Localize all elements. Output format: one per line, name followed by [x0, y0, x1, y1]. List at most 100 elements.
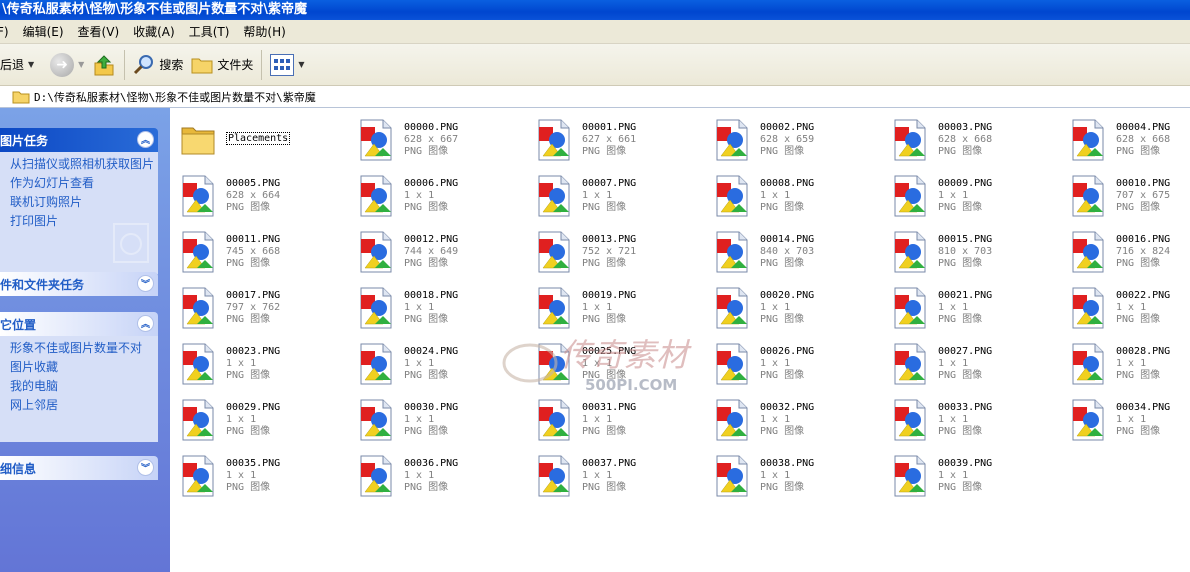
file-tile[interactable]: 00019.PNG 1 x 1 PNG 图像 — [526, 280, 702, 332]
forward-button[interactable]: ➜ ▼ — [46, 49, 88, 81]
parent-folder-link[interactable]: 形象不佳或图片数量不对 — [10, 342, 156, 355]
folders-button[interactable]: 文件夹 — [187, 49, 257, 81]
file-tile[interactable]: 00020.PNG 1 x 1 PNG 图像 — [704, 280, 880, 332]
file-tasks-header[interactable]: 件和文件夹任务 ︾ — [0, 272, 158, 296]
file-tile[interactable]: 00022.PNG 1 x 1 PNG 图像 — [1060, 280, 1190, 332]
file-name: 00020.PNG — [760, 290, 815, 301]
menu-view[interactable]: 查看(V) — [71, 23, 127, 40]
search-button[interactable]: 搜索 — [129, 49, 187, 81]
menu-help[interactable]: 帮助(H) — [236, 23, 292, 40]
file-name: 00012.PNG — [404, 234, 459, 245]
file-tile[interactable]: 00025.PNG 1 x 1 PNG 图像 — [526, 336, 702, 388]
file-name: 00013.PNG — [582, 234, 637, 245]
menu-file[interactable]: F) — [0, 25, 16, 39]
file-tile[interactable]: 00005.PNG 628 x 664 PNG 图像 — [170, 168, 346, 220]
file-tile[interactable]: 00034.PNG 1 x 1 PNG 图像 — [1060, 392, 1190, 444]
back-dropdown-icon[interactable]: ▼ — [28, 60, 34, 69]
file-tile[interactable]: 00008.PNG 1 x 1 PNG 图像 — [704, 168, 880, 220]
file-dimensions: 1 x 1 — [938, 470, 969, 481]
other-places-header[interactable]: 它位置 ︽ — [0, 312, 158, 336]
file-tile[interactable]: 00009.PNG 1 x 1 PNG 图像 — [882, 168, 1058, 220]
picture-tasks-watermark-icon — [113, 223, 149, 263]
details-header[interactable]: 细信息 ︾ — [0, 456, 158, 480]
file-name: 00009.PNG — [938, 178, 993, 189]
png-file-icon — [716, 287, 748, 329]
file-tile[interactable]: 00023.PNG 1 x 1 PNG 图像 — [170, 336, 346, 388]
file-type: PNG 图像 — [760, 146, 805, 157]
menu-bar: F) 编辑(E) 查看(V) 收藏(A) 工具(T) 帮助(H) — [0, 20, 1190, 44]
file-tile[interactable]: 00014.PNG 840 x 703 PNG 图像 — [704, 224, 880, 276]
folder-tile[interactable]: Placements — [170, 112, 346, 164]
file-tile[interactable]: 00010.PNG 707 x 675 PNG 图像 — [1060, 168, 1190, 220]
file-tile[interactable]: 00029.PNG 1 x 1 PNG 图像 — [170, 392, 346, 444]
file-tile[interactable]: 00038.PNG 1 x 1 PNG 图像 — [704, 448, 880, 500]
file-dimensions: 1 x 1 — [938, 190, 969, 201]
menu-edit[interactable]: 编辑(E) — [16, 23, 71, 40]
collapse-chevron-icon[interactable]: ︽ — [137, 131, 154, 148]
network-places-link[interactable]: 网上邻居 — [10, 399, 156, 412]
my-computer-link[interactable]: 我的电脑 — [10, 380, 156, 393]
get-pictures-link[interactable]: 从扫描仪或照相机获取图片 — [10, 158, 156, 171]
png-file-icon — [538, 175, 570, 217]
file-dimensions: 1 x 1 — [404, 302, 435, 313]
file-tile[interactable]: 00004.PNG 628 x 668 PNG 图像 — [1060, 112, 1190, 164]
details-title: 细信息 — [0, 461, 37, 476]
file-tile[interactable]: 00027.PNG 1 x 1 PNG 图像 — [882, 336, 1058, 388]
expand-chevron-icon[interactable]: ︾ — [137, 275, 154, 292]
png-file-icon — [1072, 343, 1104, 385]
up-folder-button[interactable] — [88, 49, 120, 81]
file-tile[interactable]: 00016.PNG 716 x 824 PNG 图像 — [1060, 224, 1190, 276]
file-type: PNG 图像 — [1116, 314, 1161, 325]
views-dropdown-icon[interactable]: ▼ — [298, 60, 304, 69]
collapse-chevron-icon[interactable]: ︽ — [137, 315, 154, 332]
file-tile[interactable]: 00035.PNG 1 x 1 PNG 图像 — [170, 448, 346, 500]
file-tile[interactable]: 00037.PNG 1 x 1 PNG 图像 — [526, 448, 702, 500]
file-tile[interactable]: 00030.PNG 1 x 1 PNG 图像 — [348, 392, 524, 444]
file-tile[interactable]: 00003.PNG 628 x 668 PNG 图像 — [882, 112, 1058, 164]
title-bar[interactable]: \传奇私服素材\怪物\形象不佳或图片数量不对\紫帝魔 — [0, 0, 1190, 20]
file-tile[interactable]: 00017.PNG 797 x 762 PNG 图像 — [170, 280, 346, 332]
views-button[interactable]: ▼ — [266, 49, 308, 81]
file-tile[interactable]: 00002.PNG 628 x 659 PNG 图像 — [704, 112, 880, 164]
file-tile[interactable]: 00018.PNG 1 x 1 PNG 图像 — [348, 280, 524, 332]
png-file-icon — [894, 343, 926, 385]
picture-tasks-header[interactable]: 图片任务 ︽ — [0, 128, 158, 152]
forward-dropdown-icon[interactable]: ▼ — [78, 60, 84, 69]
file-tile[interactable]: 00012.PNG 744 x 649 PNG 图像 — [348, 224, 524, 276]
expand-chevron-icon[interactable]: ︾ — [137, 459, 154, 476]
address-bar[interactable]: D:\传奇私服素材\怪物\形象不佳或图片数量不对\紫帝魔 — [0, 86, 1190, 108]
file-tile[interactable]: 00031.PNG 1 x 1 PNG 图像 — [526, 392, 702, 444]
back-button[interactable]: 后退 ▼ — [0, 49, 38, 81]
file-tile[interactable]: 00039.PNG 1 x 1 PNG 图像 — [882, 448, 1058, 500]
file-tile[interactable]: 00015.PNG 810 x 703 PNG 图像 — [882, 224, 1058, 276]
file-tile[interactable]: 00013.PNG 752 x 721 PNG 图像 — [526, 224, 702, 276]
order-prints-link[interactable]: 联机订购照片 — [10, 196, 156, 209]
file-tile[interactable]: 00026.PNG 1 x 1 PNG 图像 — [704, 336, 880, 388]
file-tile[interactable]: 00006.PNG 1 x 1 PNG 图像 — [348, 168, 524, 220]
file-tile[interactable]: 00024.PNG 1 x 1 PNG 图像 — [348, 336, 524, 388]
file-name: 00039.PNG — [938, 458, 993, 469]
file-dimensions: 716 x 824 — [1116, 246, 1171, 257]
file-tile[interactable]: 00011.PNG 745 x 668 PNG 图像 — [170, 224, 346, 276]
file-name: 00006.PNG — [404, 178, 459, 189]
file-list[interactable]: Placements 00000.PNG 628 x 667 PNG 图像 00001… — [170, 108, 1190, 572]
file-dimensions: 1 x 1 — [938, 414, 969, 425]
menu-favorites[interactable]: 收藏(A) — [126, 23, 182, 40]
file-tile[interactable]: 00036.PNG 1 x 1 PNG 图像 — [348, 448, 524, 500]
menu-tools[interactable]: 工具(T) — [182, 23, 237, 40]
file-tile[interactable]: 00001.PNG 627 x 661 PNG 图像 — [526, 112, 702, 164]
file-tile[interactable]: 00028.PNG 1 x 1 PNG 图像 — [1060, 336, 1190, 388]
address-path[interactable]: D:\传奇私服素材\怪物\形象不佳或图片数量不对\紫帝魔 — [34, 89, 316, 105]
file-type: PNG 图像 — [582, 370, 627, 381]
file-tile[interactable]: 00000.PNG 628 x 667 PNG 图像 — [348, 112, 524, 164]
file-tile[interactable]: 00033.PNG 1 x 1 PNG 图像 — [882, 392, 1058, 444]
views-grid-icon — [270, 53, 295, 76]
png-file-icon — [538, 231, 570, 273]
file-tile[interactable]: 00021.PNG 1 x 1 PNG 图像 — [882, 280, 1058, 332]
slideshow-link[interactable]: 作为幻灯片查看 — [10, 177, 156, 190]
file-type: PNG 图像 — [226, 258, 271, 269]
my-pictures-link[interactable]: 图片收藏 — [10, 361, 156, 374]
file-name: 00007.PNG — [582, 178, 637, 189]
file-tile[interactable]: 00007.PNG 1 x 1 PNG 图像 — [526, 168, 702, 220]
file-tile[interactable]: 00032.PNG 1 x 1 PNG 图像 — [704, 392, 880, 444]
